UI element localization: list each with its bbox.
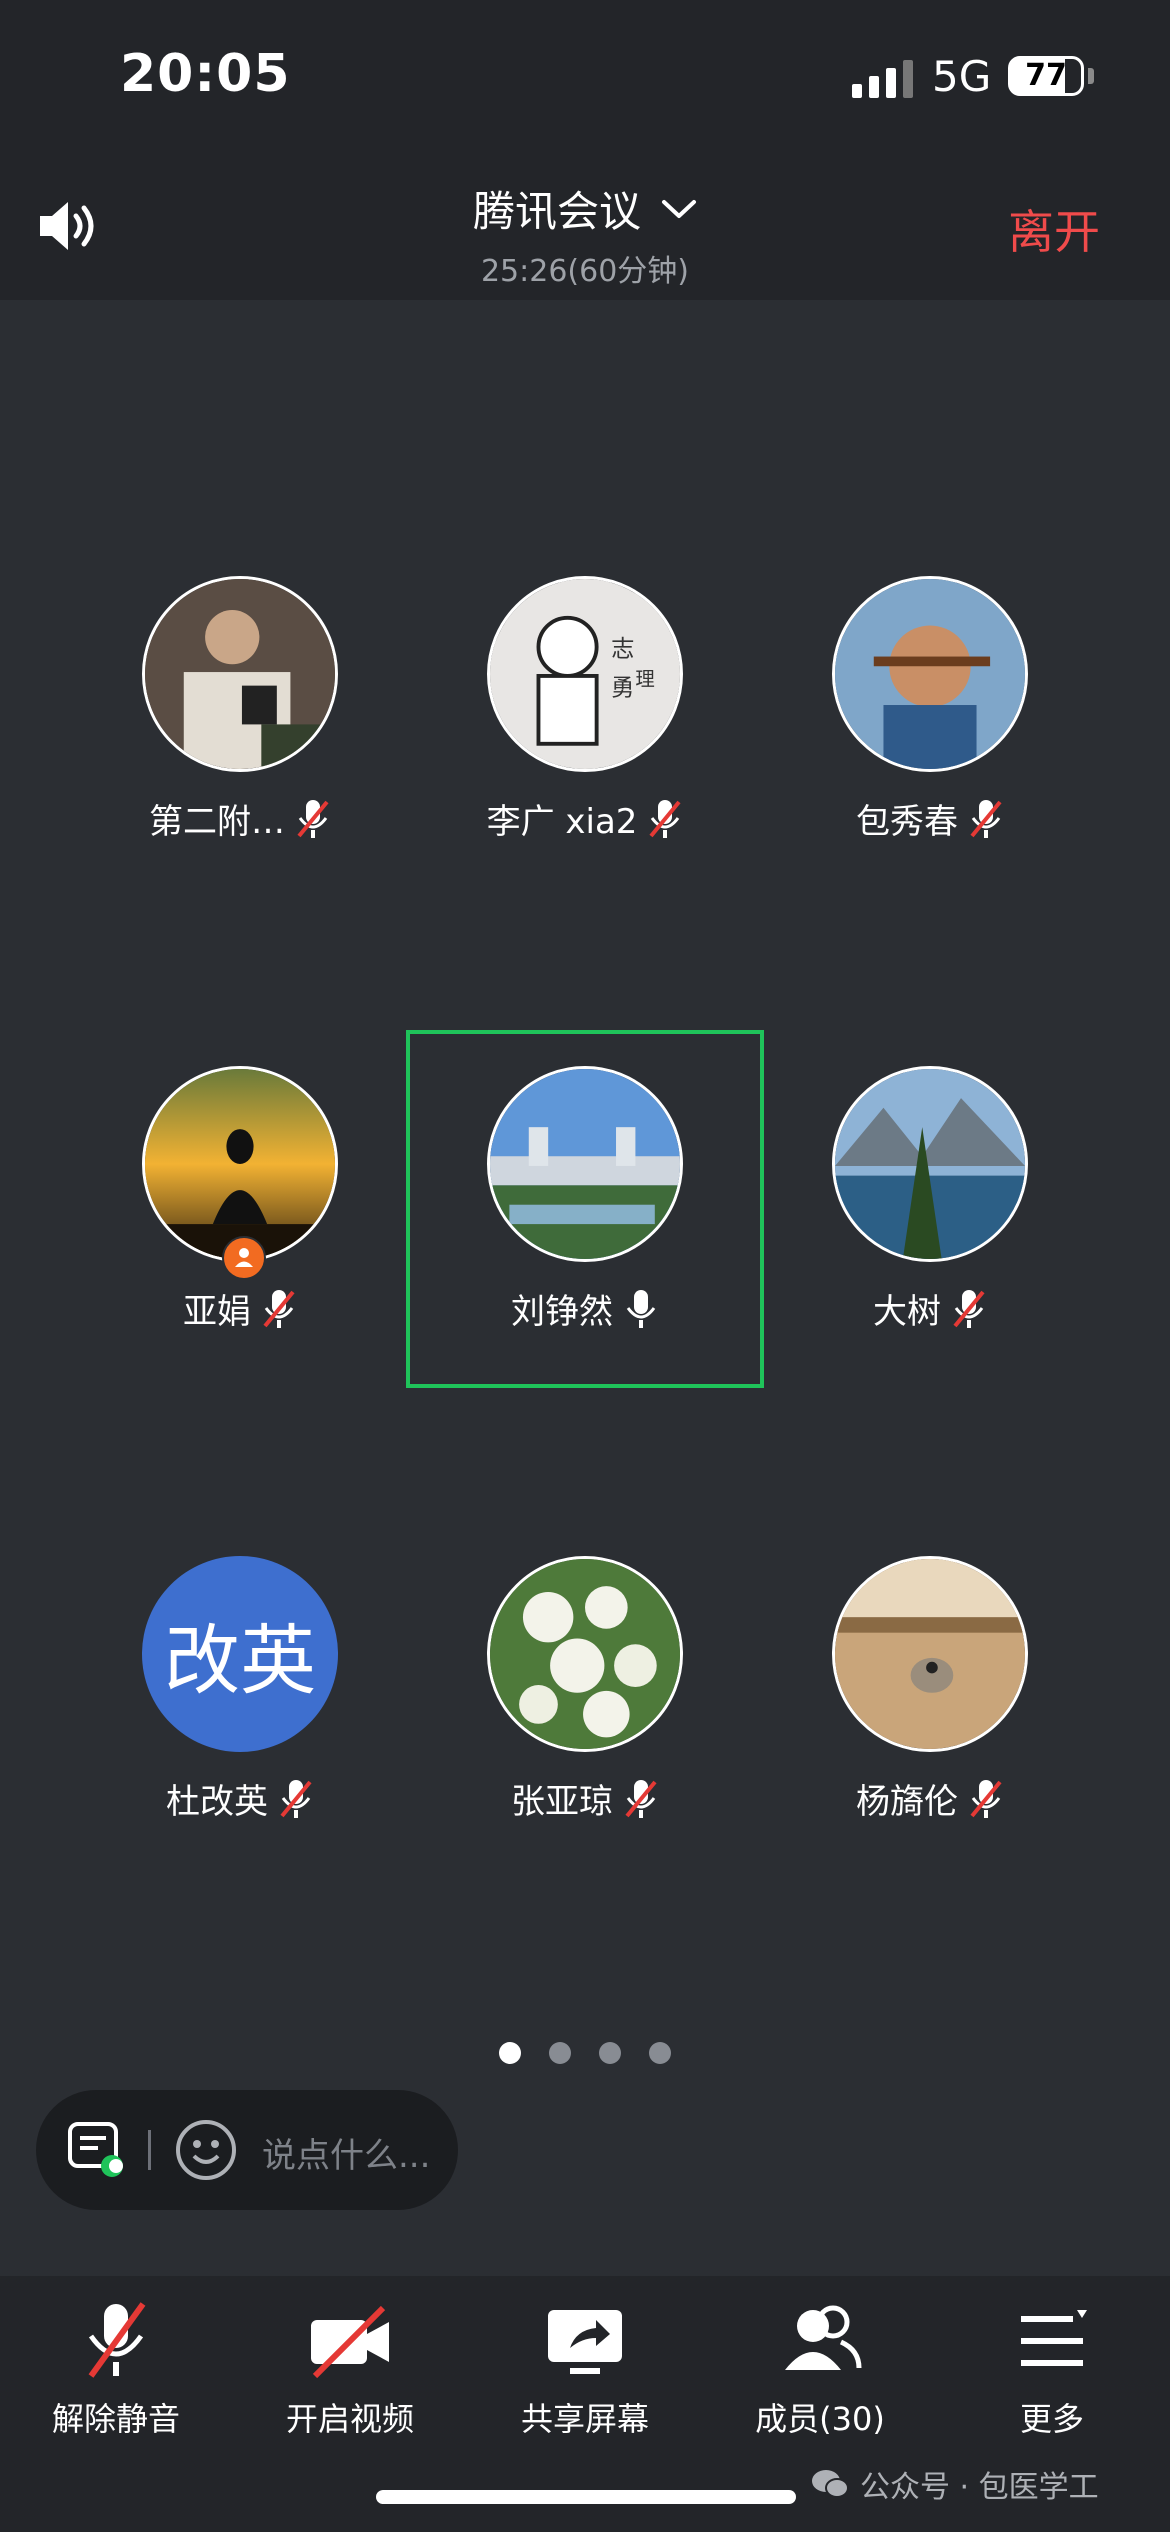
- participant-name: 包秀春: [856, 802, 958, 842]
- more-label: 更多: [1019, 2400, 1084, 2438]
- svg-text:志: 志: [611, 636, 634, 663]
- participant-name: 张亚琼: [511, 1782, 613, 1822]
- chat-input-bar[interactable]: 说点什么...: [36, 2090, 458, 2210]
- page-indicator[interactable]: [0, 2042, 1170, 2064]
- meeting-title[interactable]: 腾讯会议: [0, 178, 1170, 239]
- svg-text:理: 理: [635, 668, 654, 691]
- participant-name: 大树: [873, 1292, 941, 1332]
- participant-tile[interactable]: 杨旖伦: [760, 1556, 1100, 1856]
- more-button[interactable]: 更多: [952, 2296, 1152, 2440]
- mic-muted-icon: [280, 1779, 312, 1818]
- participant-name: 第二附…: [149, 802, 285, 842]
- separator: [148, 2130, 151, 2170]
- more-menu-icon: [1021, 2310, 1087, 2366]
- signal-icon: [852, 58, 913, 98]
- participant-tile[interactable]: 改英 杜改英: [70, 1556, 410, 1856]
- participant-name: 刘铮然: [511, 1292, 613, 1332]
- mic-muted-icon: [970, 1779, 1002, 1818]
- participant-tile[interactable]: 大树: [760, 1066, 1100, 1366]
- mic-muted-icon: [297, 799, 329, 838]
- participant-tile[interactable]: 包秀春: [760, 576, 1100, 876]
- home-indicator[interactable]: [376, 2490, 796, 2504]
- status-time: 20:05: [120, 44, 291, 104]
- mic-muted-icon: [263, 1289, 295, 1328]
- page-dot[interactable]: [599, 2042, 621, 2064]
- avatar: [142, 576, 338, 772]
- svg-text:勇: 勇: [611, 674, 634, 701]
- watermark-text: 公众号 · 包医学工: [860, 2470, 1099, 2505]
- participant-name: 李广 xia2: [486, 802, 638, 842]
- mic-muted-icon: [970, 799, 1002, 838]
- meeting-title-text: 腾讯会议: [472, 187, 641, 236]
- participant-name: 亚娟: [183, 1292, 251, 1332]
- avatar: [832, 1066, 1028, 1262]
- avatar: [832, 576, 1028, 772]
- avatar: [487, 1556, 683, 1752]
- members-button[interactable]: 成员(30): [720, 2296, 920, 2440]
- host-icon: [222, 1236, 266, 1280]
- start-video-button[interactable]: 开启视频: [250, 2296, 450, 2440]
- mic-muted-icon: [953, 1289, 985, 1328]
- mic-muted-icon: [88, 2302, 146, 2378]
- video-off-icon: [311, 2305, 389, 2379]
- members-icon: [785, 2305, 862, 2370]
- battery-level: 77: [1025, 58, 1067, 93]
- chat-placeholder[interactable]: 说点什么...: [262, 2128, 430, 2177]
- share-screen-label: 共享屏幕: [520, 2400, 649, 2438]
- page-dot[interactable]: [549, 2042, 571, 2064]
- share-screen-icon: [548, 2310, 622, 2374]
- participant-tile[interactable]: 志勇理 李广 xia2: [415, 576, 755, 876]
- battery-icon: 77: [1008, 56, 1084, 96]
- participant-name: 杨旖伦: [856, 1782, 958, 1822]
- mic-muted-icon: [625, 1779, 657, 1818]
- network-type: 5G: [932, 52, 992, 101]
- avatar: [487, 1066, 683, 1262]
- emoji-icon[interactable]: [174, 2118, 238, 2182]
- battery-tip: [1088, 68, 1094, 84]
- page-dot[interactable]: [649, 2042, 671, 2064]
- participant-tile[interactable]: 张亚琼: [415, 1556, 755, 1856]
- mic-muted-icon: [649, 799, 681, 838]
- avatar: [832, 1556, 1028, 1752]
- wechat-icon: [812, 2470, 849, 2498]
- participant-tile[interactable]: 第二附…: [70, 576, 410, 876]
- unmute-label: 解除静音: [51, 2400, 180, 2438]
- members-label: 成员(30): [755, 2400, 885, 2438]
- participant-tile[interactable]: 亚娟: [70, 1066, 410, 1366]
- caption-toggle-icon[interactable]: [66, 2120, 126, 2180]
- participant-tile[interactable]: 刘铮然: [415, 1066, 755, 1366]
- mic-on-icon: [626, 1289, 656, 1328]
- watermark: 公众号 · 包医学工: [810, 2462, 1099, 2506]
- leave-button[interactable]: 离开: [1008, 196, 1100, 262]
- chevron-down-icon: [662, 199, 696, 218]
- unmute-button[interactable]: 解除静音: [16, 2296, 216, 2440]
- avatar: [142, 1066, 338, 1262]
- share-screen-button[interactable]: 共享屏幕: [485, 2296, 685, 2440]
- start-video-label: 开启视频: [285, 2400, 414, 2438]
- avatar-text: 改英: [142, 1556, 338, 1752]
- participant-name: 杜改英: [166, 1782, 268, 1822]
- avatar: 志勇理: [487, 576, 683, 772]
- page-dot[interactable]: [499, 2042, 521, 2064]
- meeting-duration: 25:26(60分钟): [480, 254, 690, 289]
